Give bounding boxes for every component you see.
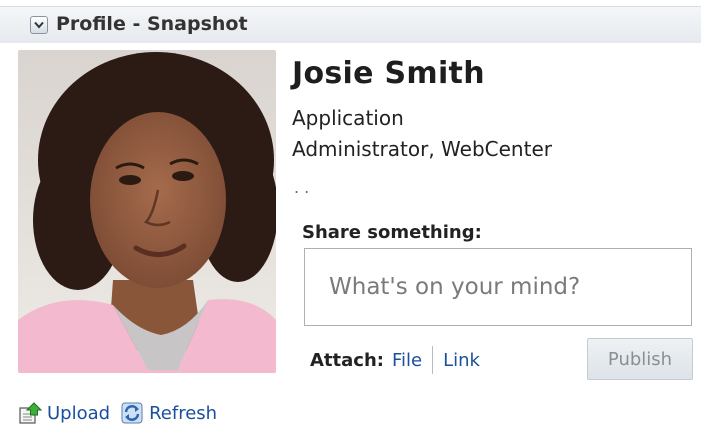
attach-divider — [432, 346, 434, 374]
profile-name: Josie Smith — [292, 56, 485, 91]
refresh-button[interactable]: Refresh — [120, 401, 217, 425]
footer-toolbar: Upload Refresh — [18, 400, 227, 426]
chevron-down-icon — [34, 21, 44, 29]
profile-photo — [18, 50, 276, 373]
profile-extra-text: . . — [294, 178, 310, 197]
attach-file-link[interactable]: File — [392, 350, 422, 371]
profile-title-line1: Application — [292, 106, 404, 130]
refresh-icon — [121, 402, 143, 424]
upload-button[interactable]: Upload — [18, 401, 110, 425]
collapse-button[interactable] — [30, 16, 48, 34]
attach-row: Attach: File Link — [310, 346, 480, 374]
publish-button[interactable]: Publish — [587, 338, 693, 380]
upload-label: Upload — [47, 402, 111, 424]
profile-title-line2: Administrator, WebCenter — [292, 137, 552, 161]
status-input[interactable] — [304, 248, 692, 326]
portlet-title: Profile - Snapshot — [56, 13, 248, 35]
attach-label: Attach: — [310, 349, 384, 371]
portlet-header: Profile - Snapshot — [0, 6, 701, 43]
share-label: Share something: — [302, 222, 482, 243]
attach-link-link[interactable]: Link — [443, 350, 480, 371]
upload-icon — [19, 402, 42, 424]
refresh-label: Refresh — [149, 402, 218, 424]
